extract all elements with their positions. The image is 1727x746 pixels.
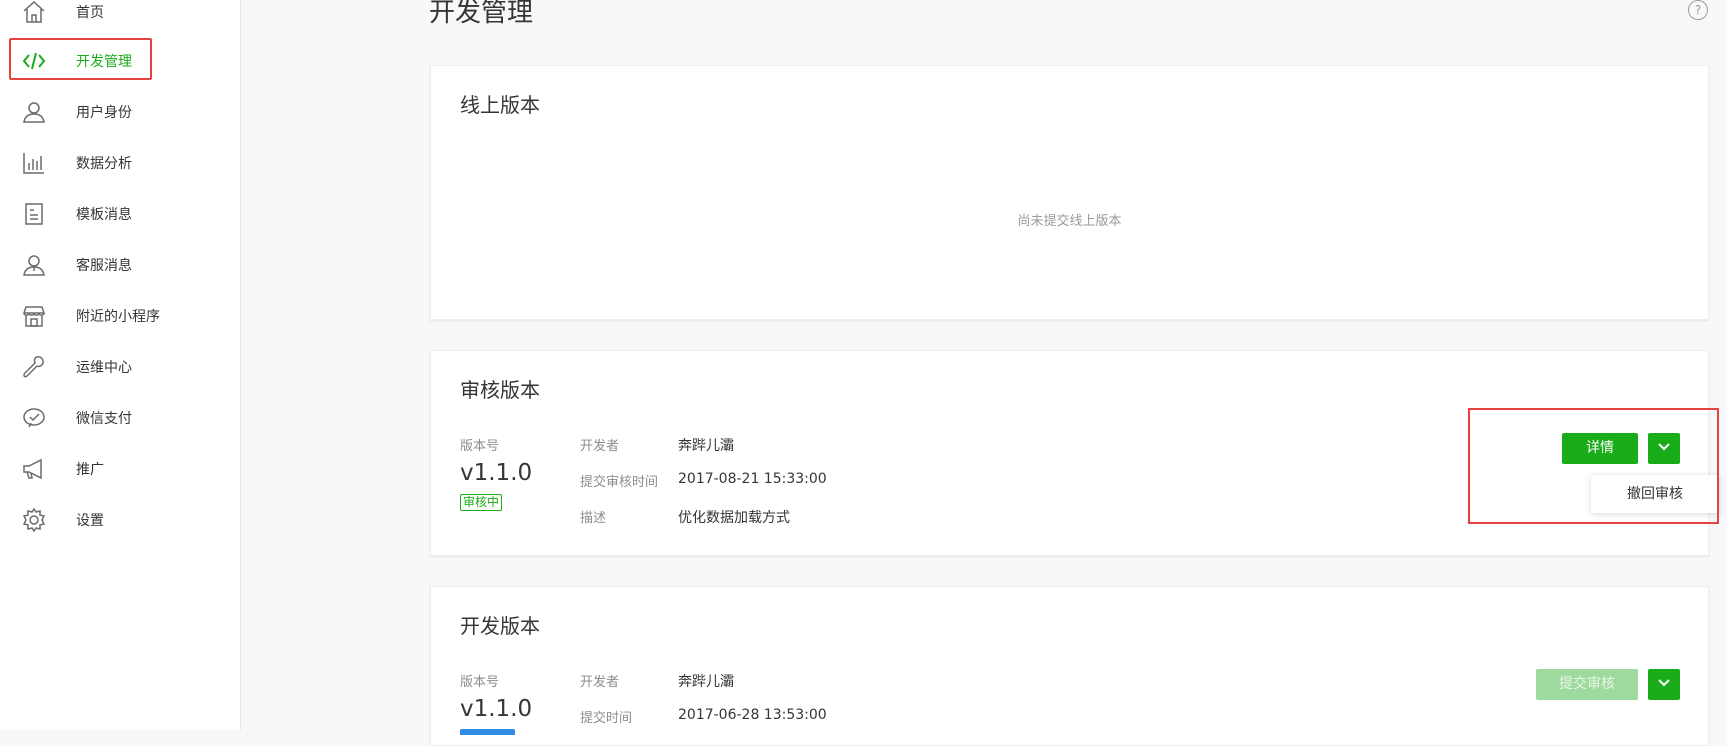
customer-service-icon <box>21 252 47 278</box>
submit-review-button[interactable]: 提交审核 <box>1536 669 1638 700</box>
sidebar-item-label: 附近的小程序 <box>76 309 160 325</box>
sidebar-item-data-analysis[interactable]: 数据分析 <box>0 141 240 185</box>
developer-value: 奔跸儿灞 <box>678 674 734 690</box>
card-title: 线上版本 <box>460 93 540 117</box>
chevron-down-icon <box>1658 679 1670 687</box>
developer-label: 开发者 <box>580 675 620 690</box>
version-label: 版本号 <box>460 439 500 454</box>
description-label: 描述 <box>580 511 607 526</box>
megaphone-icon <box>21 456 47 482</box>
sidebar-item-ops-center[interactable]: 运维中心 <box>0 345 240 389</box>
home-icon <box>21 0 47 25</box>
user-icon <box>21 99 47 125</box>
developer-label: 开发者 <box>580 439 620 454</box>
status-badge: 审核中 <box>460 494 503 511</box>
developer-value: 奔跸儿灞 <box>678 438 734 454</box>
card-title: 开发版本 <box>460 614 540 638</box>
submit-time-label: 提交审核时间 <box>580 475 659 490</box>
sidebar-item-label: 首页 <box>76 5 104 21</box>
sidebar-item-label: 数据分析 <box>76 156 132 172</box>
version-label: 版本号 <box>460 675 500 690</box>
help-icon[interactable]: ? <box>1688 0 1708 20</box>
sidebar-item-label: 模板消息 <box>76 207 132 223</box>
empty-state-text: 尚未提交线上版本 <box>1017 214 1122 229</box>
sidebar-item-home[interactable]: 首页 <box>0 0 240 34</box>
description-value: 优化数据加载方式 <box>678 510 790 526</box>
dev-more-dropdown-button[interactable] <box>1648 669 1680 700</box>
sidebar-item-wechat-pay[interactable]: 微信支付 <box>0 396 240 440</box>
sidebar-item-label: 设置 <box>76 513 104 529</box>
card-title: 审核版本 <box>460 378 540 402</box>
document-icon <box>21 201 47 227</box>
store-icon <box>21 303 47 329</box>
page-title: 开发管理 <box>429 0 534 28</box>
sidebar-item-customer-service[interactable]: 客服消息 <box>0 243 240 287</box>
wrench-icon <box>21 354 47 380</box>
active-item-highlight <box>9 38 152 80</box>
submit-time-value: 2017-08-21 15:33:00 <box>678 471 827 487</box>
sidebar-item-user-identity[interactable]: 用户身份 <box>0 90 240 134</box>
dev-version-card: 开发版本 版本号 v1.1.0 开发者 奔跸儿灞 提交时间 2017-06-28… <box>430 586 1709 746</box>
sidebar-item-label: 客服消息 <box>76 258 132 274</box>
action-area-highlight <box>1468 408 1719 524</box>
submit-time-label: 提交时间 <box>580 711 633 726</box>
version-number: v1.1.0 <box>460 460 533 486</box>
online-version-card: 线上版本 尚未提交线上版本 <box>430 65 1709 320</box>
sidebar-item-label: 推广 <box>76 462 104 478</box>
sidebar-item-label: 微信支付 <box>76 411 132 427</box>
sidebar: 首页 开发管理 用户身份 数据分析 模板消息 客服消息 附近的小程序 运维中心 … <box>0 0 241 730</box>
sidebar-item-promotion[interactable]: 推广 <box>0 447 240 491</box>
sidebar-item-template-message[interactable]: 模板消息 <box>0 192 240 236</box>
sidebar-item-nearby-miniprogram[interactable]: 附近的小程序 <box>0 294 240 338</box>
sidebar-item-label: 用户身份 <box>76 105 132 121</box>
sidebar-item-label: 运维中心 <box>76 360 132 376</box>
version-number: v1.1.0 <box>460 696 533 722</box>
sidebar-item-settings[interactable]: 设置 <box>0 498 240 542</box>
wechat-pay-icon <box>21 405 47 431</box>
gear-icon <box>21 507 47 533</box>
bar-chart-icon <box>21 150 47 176</box>
submit-time-value: 2017-06-28 13:53:00 <box>678 707 827 723</box>
